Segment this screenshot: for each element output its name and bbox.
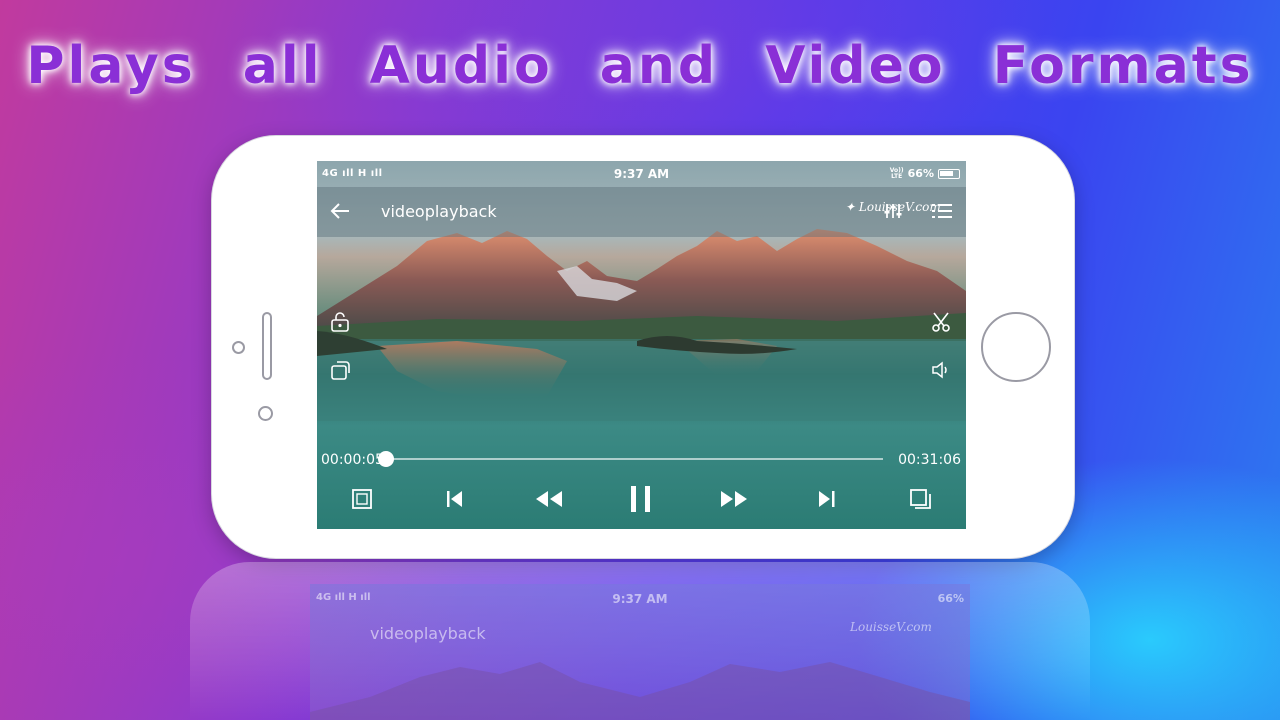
status-bar: 4G ıll H ıll 9:37 AM Vo)) LTE 66%: [317, 161, 966, 187]
playlist-icon[interactable]: [931, 201, 953, 221]
battery-icon: [938, 168, 960, 179]
battery-percent: 66%: [907, 167, 934, 180]
pause-icon[interactable]: [627, 483, 655, 515]
status-right: Vo)) LTE 66%: [890, 167, 960, 180]
current-time: 00:00:05: [321, 452, 384, 468]
rotate-screen-icon[interactable]: [329, 359, 351, 381]
landscape-video-frame: [317, 229, 966, 421]
total-time: 00:31:06: [898, 452, 961, 468]
phone-reflection: 4G ıll H ıll 9:37 AM 66% videoplayback L…: [190, 562, 1090, 720]
video-title: videoplayback: [381, 202, 497, 221]
phone-sensor: [258, 406, 273, 421]
aspect-ratio-icon[interactable]: [349, 487, 375, 511]
skip-previous-icon[interactable]: [442, 487, 468, 511]
unlock-icon[interactable]: [329, 311, 351, 333]
phone-camera: [232, 341, 245, 354]
volte-indicator: Vo)) LTE: [890, 167, 904, 180]
reflection-title: videoplayback: [370, 624, 486, 643]
video-player-screen[interactable]: 4G ıll H ıll 9:37 AM Vo)) LTE 66% videop…: [317, 161, 966, 529]
scissors-icon[interactable]: [930, 311, 952, 333]
fast-forward-icon[interactable]: [718, 487, 750, 511]
skip-next-icon[interactable]: [814, 487, 840, 511]
popup-window-icon[interactable]: [907, 487, 933, 511]
promo-headline: Plays all Audio and Video Formats: [26, 36, 1254, 96]
back-arrow-icon[interactable]: [329, 200, 351, 222]
reflection-screen: 4G ıll H ıll 9:37 AM 66% videoplayback L…: [310, 584, 970, 720]
reflection-watermark: LouisseV.com: [850, 620, 932, 634]
player-top-bar: videoplayback ✦ LouisseV.com: [317, 187, 966, 237]
seek-bar[interactable]: [378, 451, 883, 467]
lte-label: LTE: [891, 172, 903, 180]
phone-speaker: [262, 312, 272, 380]
home-button[interactable]: [981, 312, 1051, 382]
seek-handle[interactable]: [378, 451, 395, 467]
reflection-landscape: [310, 662, 970, 720]
clock: 9:37 AM: [613, 167, 670, 181]
reflection-clock: 9:37 AM: [612, 592, 668, 606]
rewind-icon[interactable]: [533, 487, 565, 511]
equalizer-icon[interactable]: [883, 201, 903, 221]
reflection-battery: 66%: [937, 592, 964, 605]
volume-icon[interactable]: [930, 359, 952, 381]
